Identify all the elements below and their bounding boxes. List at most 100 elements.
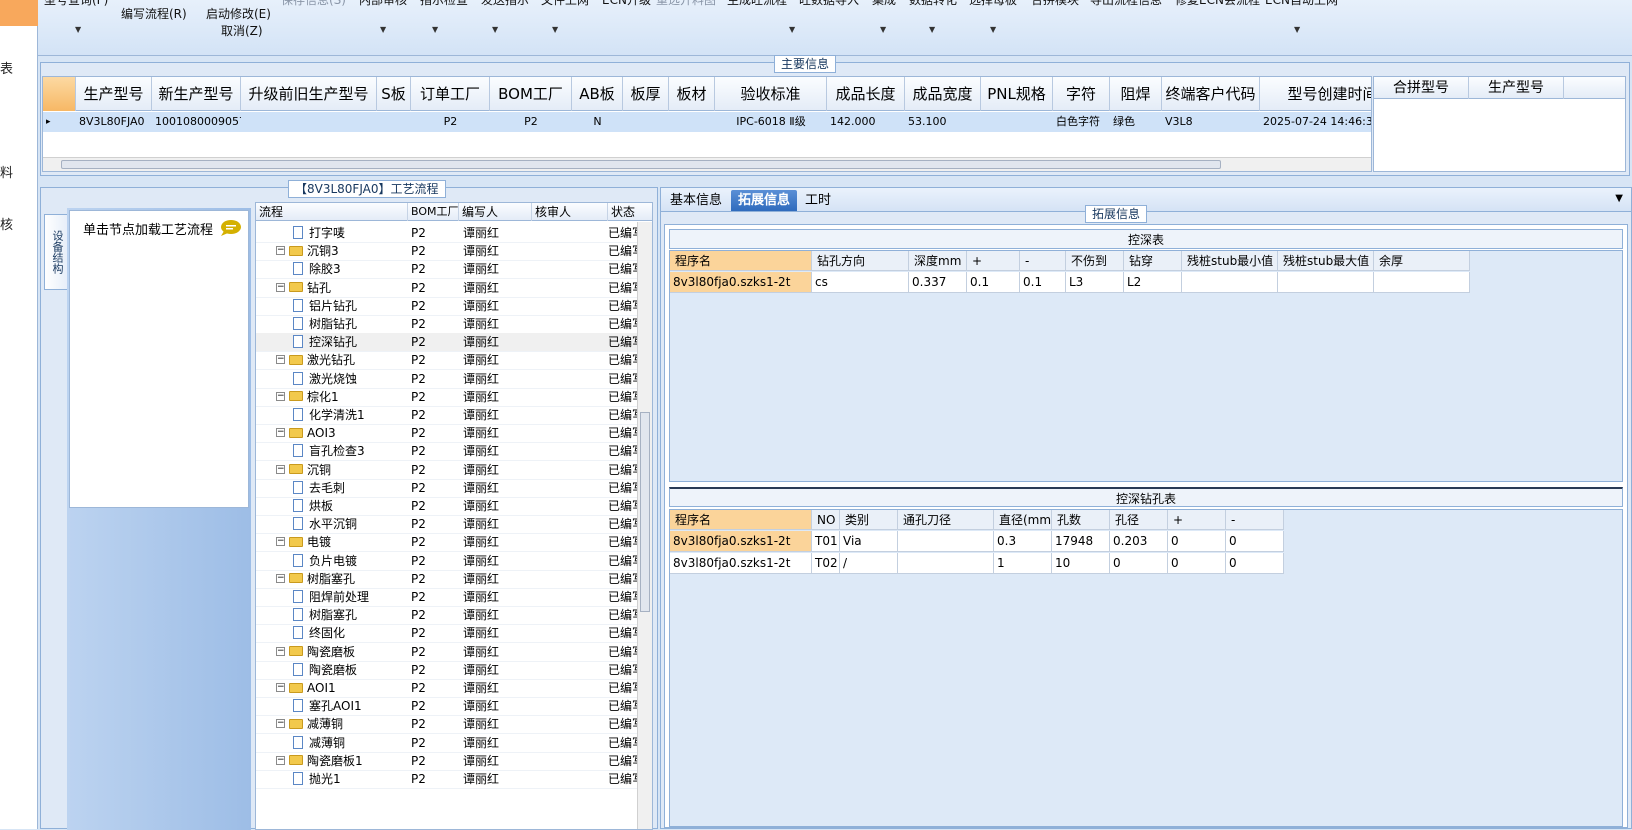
main-grid-cell[interactable]: IPC-6018 Ⅱ级 xyxy=(715,112,827,132)
tree-node[interactable]: − 沉铜3 xyxy=(276,242,339,260)
table-row[interactable]: − 陶瓷磨板 P2 谭丽红 已编写 xyxy=(256,643,638,662)
ribbon-button[interactable]: 选择母板 xyxy=(969,0,1017,8)
col-header-writer[interactable]: 编写人 xyxy=(459,203,532,221)
tree-node[interactable]: 终固化 xyxy=(293,624,345,642)
table-row[interactable]: 终固化 P2 谭丽红 已编写 xyxy=(256,624,638,644)
select-all-corner[interactable] xyxy=(43,77,76,111)
sheet-col-header[interactable]: 残桩stub最小值 xyxy=(1182,251,1278,271)
col-header-bom-factory[interactable]: BOM工厂 xyxy=(408,203,459,221)
tree-node[interactable]: 塞孔AOI1 xyxy=(293,697,362,715)
ribbon-button[interactable]: 指示检查 xyxy=(420,0,468,8)
sheet-col-header[interactable]: 通孔刀径 xyxy=(898,510,994,530)
combine-col-header[interactable]: 生产型号 xyxy=(1469,77,1564,99)
left-nav-label-3[interactable]: 核 xyxy=(0,214,13,233)
chevron-down-icon[interactable]: ▼ xyxy=(929,25,935,34)
sheet-col-header[interactable]: + xyxy=(967,251,1020,271)
main-col-header[interactable]: 型号创建时间 xyxy=(1260,77,1371,111)
tree-node[interactable]: − AOI1 xyxy=(276,679,336,697)
ribbon-button[interactable]: 发送指示 xyxy=(481,0,529,8)
sheet-cell[interactable]: 8v3l80fja0.szks1-2t xyxy=(670,553,812,574)
sheet-col-header[interactable]: 余厚 xyxy=(1374,251,1470,271)
sheet-cell[interactable]: T02 xyxy=(812,553,840,574)
main-grid-cell[interactable]: 绿色 xyxy=(1110,112,1162,132)
table-row[interactable]: − 电镀 P2 谭丽红 已编写 xyxy=(256,533,638,553)
sheet-col-header[interactable]: - xyxy=(1226,510,1284,530)
tab-basic-info[interactable]: 基本信息 xyxy=(663,190,729,211)
collapse-icon[interactable]: − xyxy=(276,282,285,292)
sheet-cell[interactable]: 1 xyxy=(994,553,1052,574)
sheet-cell[interactable]: 8v3l80fja0.szks1-2t xyxy=(670,272,812,293)
main-grid-cell[interactable] xyxy=(623,112,669,132)
table-row[interactable]: 负片电镀 P2 谭丽红 已编写 xyxy=(256,552,638,571)
sheet-col-header[interactable]: 程序名 xyxy=(670,510,812,530)
sheet-cell[interactable]: cs xyxy=(812,272,909,293)
sheet-col-header[interactable]: 程序名 xyxy=(670,251,812,271)
main-col-header[interactable]: 新生产型号 xyxy=(152,77,241,111)
tree-node[interactable]: − 树脂塞孔 xyxy=(276,570,355,588)
table-row[interactable]: 化学清洗1 P2 谭丽红 已编写 xyxy=(256,406,638,425)
ribbon-button[interactable]: 文件上网 xyxy=(541,0,589,8)
sheet-cell[interactable]: 0.203 xyxy=(1110,531,1168,552)
horizontal-scrollbar[interactable] xyxy=(43,157,1371,171)
main-col-header[interactable]: 板厚 xyxy=(623,77,669,111)
table-row[interactable]: 铝片钻孔 P2 谭丽红 已编写 xyxy=(256,297,638,316)
tree-node[interactable]: 控深钻孔 xyxy=(293,333,357,351)
edit-flow-button[interactable]: 编写流程(R) xyxy=(121,5,187,22)
table-row[interactable]: 盲孔检查3 P2 谭丽红 已编写 xyxy=(256,442,638,462)
sheet-cell[interactable]: 0.3 xyxy=(994,531,1052,552)
sheet-cell[interactable]: 0 xyxy=(1226,531,1284,552)
main-col-header[interactable]: 字符 xyxy=(1053,77,1110,111)
chevron-down-icon[interactable]: ▼ xyxy=(552,25,558,34)
table-row[interactable]: ▸ 8V3L80FJA010010800090577P2P2NIPC-6018 … xyxy=(43,112,1371,132)
sheet-col-header[interactable]: 钻孔方向 xyxy=(812,251,909,271)
collapse-icon[interactable]: − xyxy=(276,355,285,365)
sheet-col-header[interactable]: 类别 xyxy=(840,510,898,530)
table-row[interactable]: 去毛刺 P2 谭丽红 已编写 xyxy=(256,479,638,498)
main-col-header[interactable]: S板 xyxy=(377,77,411,111)
main-col-header[interactable]: 生产型号 xyxy=(76,77,152,111)
col-header-flow[interactable]: 流程 xyxy=(256,203,408,221)
tree-node[interactable]: 激光烧蚀 xyxy=(293,370,357,388)
main-col-header[interactable]: 订单工厂 xyxy=(411,77,490,111)
chevron-down-icon[interactable]: ▼ xyxy=(880,25,886,34)
table-row[interactable]: − 陶瓷磨板1 P2 谭丽红 已编写 xyxy=(256,752,638,771)
collapse-icon[interactable]: − xyxy=(276,683,285,692)
main-grid-cell[interactable] xyxy=(669,112,715,132)
main-grid-cell[interactable] xyxy=(981,112,1053,132)
tree-node[interactable]: 负片电镀 xyxy=(293,552,357,570)
table-row[interactable]: 阻焊前处理 P2 谭丽红 已编写 xyxy=(256,588,638,607)
sheet-col-header[interactable]: 孔数 xyxy=(1052,510,1110,530)
sheet-col-header[interactable]: - xyxy=(1020,251,1066,271)
collapse-icon[interactable]: − xyxy=(276,428,285,438)
chevron-down-icon[interactable]: ▼ xyxy=(432,25,438,34)
tree-node[interactable]: 化学清洗1 xyxy=(293,406,365,424)
chevron-down-icon[interactable]: ▼ xyxy=(1294,25,1300,34)
tab-work-hours[interactable]: 工时 xyxy=(798,190,838,211)
collapse-icon[interactable]: − xyxy=(276,537,285,547)
tree-node[interactable]: 铝片钻孔 xyxy=(293,297,357,315)
sheet-cell[interactable] xyxy=(898,553,994,574)
tree-node[interactable]: 树脂钻孔 xyxy=(293,315,357,333)
tree-node[interactable]: − 电镀 xyxy=(276,533,331,551)
cancel-button[interactable]: 取消(Z) xyxy=(221,22,263,39)
main-grid-cell[interactable]: P2 xyxy=(490,112,572,132)
table-row[interactable]: 打字唛 P2 谭丽红 已编写 xyxy=(256,224,638,243)
vertical-scrollbar[interactable] xyxy=(637,222,652,829)
ribbon-button[interactable]: 生成旺流程 xyxy=(727,0,787,8)
sheet-cell[interactable]: 8v3l80fja0.szks1-2t xyxy=(670,531,812,552)
sheet-cell[interactable] xyxy=(898,531,994,552)
table-row[interactable]: 树脂钻孔 P2 谭丽红 已编写 xyxy=(256,315,638,334)
col-header-status[interactable]: 状态 xyxy=(608,203,652,221)
table-row[interactable]: 抛光1 P2 谭丽红 已编写 xyxy=(256,770,638,789)
ribbon-button[interactable]: 集成 xyxy=(872,0,896,8)
tree-node[interactable]: 除胶3 xyxy=(293,260,341,278)
sheet-col-header[interactable]: 钻穿 xyxy=(1124,251,1182,271)
main-grid-cell[interactable]: 10010800090577 xyxy=(152,112,241,132)
main-grid-cell[interactable]: 白色字符 xyxy=(1053,112,1110,132)
tree-node[interactable]: − 陶瓷磨板1 xyxy=(276,752,363,770)
chevron-down-icon[interactable]: ▼ xyxy=(1615,193,1623,204)
table-row[interactable]: 塞孔AOI1 P2 谭丽红 已编写 xyxy=(256,697,638,717)
tree-node[interactable]: 减薄铜 xyxy=(293,734,345,752)
collapse-icon[interactable]: − xyxy=(276,464,285,474)
ribbon-button[interactable]: 型号查询(F) xyxy=(44,0,108,8)
